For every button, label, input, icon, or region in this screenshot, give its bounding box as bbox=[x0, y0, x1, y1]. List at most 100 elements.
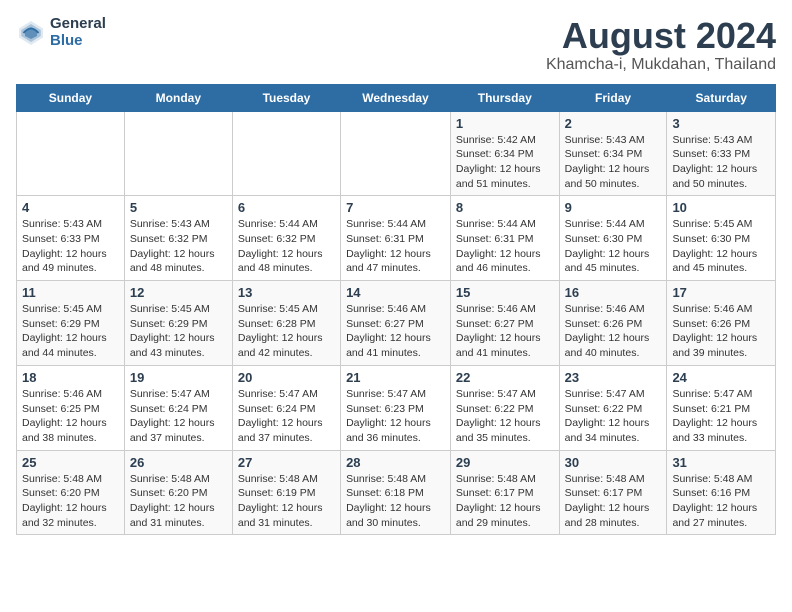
page-header: General Blue August 2024 Khamcha-i, Mukd… bbox=[16, 16, 776, 74]
day-number: 1 bbox=[456, 116, 554, 131]
day-detail: Sunrise: 5:43 AM Sunset: 6:32 PM Dayligh… bbox=[130, 217, 227, 276]
calendar-cell: 19 Sunrise: 5:47 AM Sunset: 6:24 PM Dayli… bbox=[124, 365, 232, 450]
day-detail: Sunrise: 5:47 AM Sunset: 6:21 PM Dayligh… bbox=[672, 387, 770, 446]
day-number: 18 bbox=[22, 370, 119, 385]
day-number: 22 bbox=[456, 370, 554, 385]
day-number: 31 bbox=[672, 455, 770, 470]
weekday-header-sunday: Sunday bbox=[17, 84, 125, 111]
weekday-header-wednesday: Wednesday bbox=[341, 84, 451, 111]
calendar-cell: 20Sunrise: 5:47 AM Sunset: 6:24 PM Dayli… bbox=[232, 365, 340, 450]
weekday-header-friday: Friday bbox=[559, 84, 667, 111]
day-number: 26 bbox=[130, 455, 227, 470]
day-number: 24 bbox=[672, 370, 770, 385]
day-number: 12 bbox=[130, 285, 227, 300]
calendar-cell bbox=[232, 111, 340, 196]
day-number: 25 bbox=[22, 455, 119, 470]
day-detail: Sunrise: 5:45 AM Sunset: 6:28 PM Dayligh… bbox=[238, 302, 335, 361]
calendar-cell: 1 Sunrise: 5:42 AM Sunset: 6:34 PM Daylig… bbox=[450, 111, 559, 196]
day-number: 11 bbox=[22, 285, 119, 300]
calendar-cell: 24 Sunrise: 5:47 AM Sunset: 6:21 PM Dayli… bbox=[667, 365, 776, 450]
calendar-cell bbox=[341, 111, 451, 196]
day-detail: Sunrise: 5:42 AM Sunset: 6:34 PM Dayligh… bbox=[456, 133, 554, 192]
calendar-cell: 25 Sunrise: 5:48 AM Sunset: 6:20 PM Dayli… bbox=[17, 450, 125, 535]
day-number: 23 bbox=[565, 370, 662, 385]
day-number: 20 bbox=[238, 370, 335, 385]
calendar-cell: 26 Sunrise: 5:48 AM Sunset: 6:20 PM Dayli… bbox=[124, 450, 232, 535]
day-detail: Sunrise: 5:48 AM Sunset: 6:16 PM Dayligh… bbox=[672, 472, 770, 531]
calendar-cell: 16 Sunrise: 5:46 AM Sunset: 6:26 PM Dayli… bbox=[559, 281, 667, 366]
day-number: 28 bbox=[346, 455, 445, 470]
calendar-cell: 28 Sunrise: 5:48 AM Sunset: 6:18 PM Dayli… bbox=[341, 450, 451, 535]
calendar-cell: 6 Sunrise: 5:44 AM Sunset: 6:32 PM Daylig… bbox=[232, 196, 340, 281]
day-detail: Sunrise: 5:44 AM Sunset: 6:31 PM Dayligh… bbox=[456, 217, 554, 276]
day-number: 3 bbox=[672, 116, 770, 131]
day-number: 29 bbox=[456, 455, 554, 470]
day-detail: Sunrise: 5:46 AM Sunset: 6:26 PM Dayligh… bbox=[565, 302, 662, 361]
day-detail: Sunrise: 5:45 AM Sunset: 6:29 PM Dayligh… bbox=[130, 302, 227, 361]
day-detail: Sunrise: 5:48 AM Sunset: 6:19 PM Dayligh… bbox=[238, 472, 335, 531]
day-detail: Sunrise: 5:44 AM Sunset: 6:32 PM Dayligh… bbox=[238, 217, 335, 276]
calendar-week-3: 11 Sunrise: 5:45 AM Sunset: 6:29 PM Dayli… bbox=[17, 281, 776, 366]
calendar-week-1: 1 Sunrise: 5:42 AM Sunset: 6:34 PM Daylig… bbox=[17, 111, 776, 196]
calendar-cell: 18Sunrise: 5:46 AM Sunset: 6:25 PM Dayli… bbox=[17, 365, 125, 450]
page-title: August 2024 bbox=[546, 16, 776, 56]
day-number: 19 bbox=[130, 370, 227, 385]
day-detail: Sunrise: 5:46 AM Sunset: 6:26 PM Dayligh… bbox=[672, 302, 770, 361]
day-number: 2 bbox=[565, 116, 662, 131]
day-number: 15 bbox=[456, 285, 554, 300]
calendar-cell: 14 Sunrise: 5:46 AM Sunset: 6:27 PM Dayli… bbox=[341, 281, 451, 366]
day-number: 5 bbox=[130, 200, 227, 215]
day-detail: Sunrise: 5:48 AM Sunset: 6:17 PM Dayligh… bbox=[565, 472, 662, 531]
day-detail: Sunrise: 5:48 AM Sunset: 6:20 PM Dayligh… bbox=[130, 472, 227, 531]
weekday-header-saturday: Saturday bbox=[667, 84, 776, 111]
day-detail: Sunrise: 5:47 AM Sunset: 6:23 PM Dayligh… bbox=[346, 387, 445, 446]
weekday-header-tuesday: Tuesday bbox=[232, 84, 340, 111]
logo-general-text: General bbox=[50, 16, 106, 33]
calendar-cell: 23 Sunrise: 5:47 AM Sunset: 6:22 PM Dayli… bbox=[559, 365, 667, 450]
day-number: 30 bbox=[565, 455, 662, 470]
day-number: 6 bbox=[238, 200, 335, 215]
logo: General Blue bbox=[16, 16, 106, 49]
weekday-header-monday: Monday bbox=[124, 84, 232, 111]
day-detail: Sunrise: 5:44 AM Sunset: 6:30 PM Dayligh… bbox=[565, 217, 662, 276]
calendar-cell: 13 Sunrise: 5:45 AM Sunset: 6:28 PM Dayli… bbox=[232, 281, 340, 366]
title-block: August 2024 Khamcha-i, Mukdahan, Thailan… bbox=[546, 16, 776, 74]
calendar-cell: 11Sunrise: 5:45 AM Sunset: 6:29 PM Dayli… bbox=[17, 281, 125, 366]
logo-blue-text: Blue bbox=[50, 33, 106, 50]
day-number: 17 bbox=[672, 285, 770, 300]
calendar-cell bbox=[124, 111, 232, 196]
calendar-cell: 15Sunrise: 5:46 AM Sunset: 6:27 PM Dayli… bbox=[450, 281, 559, 366]
day-detail: Sunrise: 5:48 AM Sunset: 6:17 PM Dayligh… bbox=[456, 472, 554, 531]
day-detail: Sunrise: 5:47 AM Sunset: 6:24 PM Dayligh… bbox=[130, 387, 227, 446]
day-detail: Sunrise: 5:48 AM Sunset: 6:20 PM Dayligh… bbox=[22, 472, 119, 531]
day-detail: Sunrise: 5:47 AM Sunset: 6:22 PM Dayligh… bbox=[565, 387, 662, 446]
calendar-cell: 29 Sunrise: 5:48 AM Sunset: 6:17 PM Dayli… bbox=[450, 450, 559, 535]
calendar-cell: 17 Sunrise: 5:46 AM Sunset: 6:26 PM Dayli… bbox=[667, 281, 776, 366]
day-detail: Sunrise: 5:46 AM Sunset: 6:27 PM Dayligh… bbox=[346, 302, 445, 361]
calendar-cell: 2 Sunrise: 5:43 AM Sunset: 6:34 PM Daylig… bbox=[559, 111, 667, 196]
day-detail: Sunrise: 5:47 AM Sunset: 6:22 PM Dayligh… bbox=[456, 387, 554, 446]
calendar-cell: 10Sunrise: 5:45 AM Sunset: 6:30 PM Dayli… bbox=[667, 196, 776, 281]
calendar-table: SundayMondayTuesdayWednesdayThursdayFrid… bbox=[16, 84, 776, 536]
calendar-cell: 30 Sunrise: 5:48 AM Sunset: 6:17 PM Dayli… bbox=[559, 450, 667, 535]
day-number: 9 bbox=[565, 200, 662, 215]
calendar-cell: 12 Sunrise: 5:45 AM Sunset: 6:29 PM Dayli… bbox=[124, 281, 232, 366]
calendar-header: SundayMondayTuesdayWednesdayThursdayFrid… bbox=[17, 84, 776, 111]
calendar-cell: 5 Sunrise: 5:43 AM Sunset: 6:32 PM Daylig… bbox=[124, 196, 232, 281]
calendar-cell: 27Sunrise: 5:48 AM Sunset: 6:19 PM Dayli… bbox=[232, 450, 340, 535]
day-detail: Sunrise: 5:48 AM Sunset: 6:18 PM Dayligh… bbox=[346, 472, 445, 531]
calendar-cell: 7Sunrise: 5:44 AM Sunset: 6:31 PM Daylig… bbox=[341, 196, 451, 281]
day-number: 13 bbox=[238, 285, 335, 300]
day-number: 16 bbox=[565, 285, 662, 300]
day-detail: Sunrise: 5:43 AM Sunset: 6:33 PM Dayligh… bbox=[22, 217, 119, 276]
calendar-cell: 31 Sunrise: 5:48 AM Sunset: 6:16 PM Dayli… bbox=[667, 450, 776, 535]
day-detail: Sunrise: 5:44 AM Sunset: 6:31 PM Dayligh… bbox=[346, 217, 445, 276]
day-number: 14 bbox=[346, 285, 445, 300]
day-number: 21 bbox=[346, 370, 445, 385]
day-detail: Sunrise: 5:43 AM Sunset: 6:34 PM Dayligh… bbox=[565, 133, 662, 192]
calendar-week-5: 25 Sunrise: 5:48 AM Sunset: 6:20 PM Dayli… bbox=[17, 450, 776, 535]
day-detail: Sunrise: 5:43 AM Sunset: 6:33 PM Dayligh… bbox=[672, 133, 770, 192]
calendar-cell: 3 Sunrise: 5:43 AM Sunset: 6:33 PM Daylig… bbox=[667, 111, 776, 196]
day-number: 10 bbox=[672, 200, 770, 215]
calendar-body: 1 Sunrise: 5:42 AM Sunset: 6:34 PM Daylig… bbox=[17, 111, 776, 535]
